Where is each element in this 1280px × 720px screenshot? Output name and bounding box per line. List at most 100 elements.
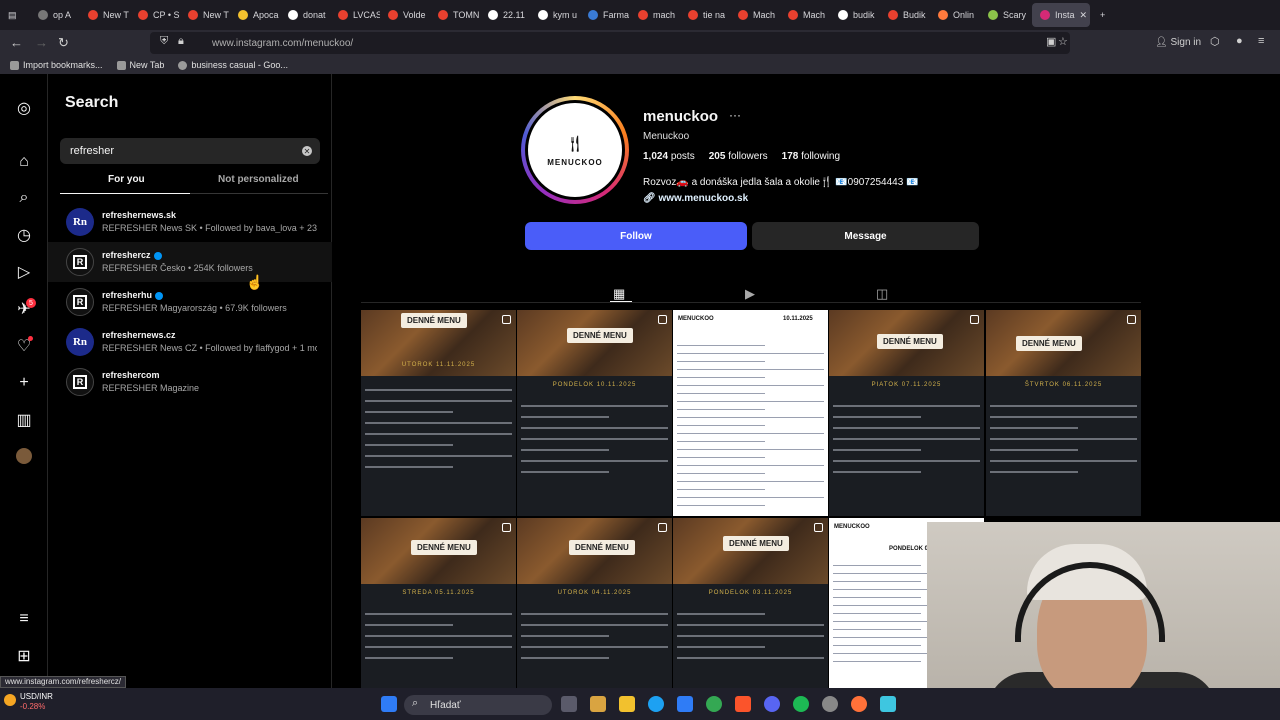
tab-list-button[interactable]: ▤ (0, 0, 30, 30)
chart-widget-icon[interactable] (4, 694, 16, 706)
avatar: R (66, 248, 94, 276)
more-menu-icon[interactable]: ≡ (14, 609, 34, 629)
browser-tab[interactable]: Apoca (230, 0, 280, 30)
spotify-icon[interactable] (793, 696, 809, 712)
store-icon[interactable] (677, 696, 693, 712)
following-stat[interactable]: 178 following (782, 151, 840, 162)
account-icon[interactable]: ● (1236, 35, 1243, 47)
task-view-icon[interactable] (561, 696, 577, 712)
forward-icon[interactable]: → (35, 35, 48, 50)
browser-tab[interactable]: Mach (730, 0, 780, 30)
browser-tab[interactable]: Budik (880, 0, 930, 30)
tab-not-personalized[interactable]: Not personalized (218, 174, 299, 185)
reader-view-icon[interactable]: ▣ (1046, 35, 1056, 48)
stock-ticker[interactable]: USD/INR -0.28% (20, 692, 53, 712)
post-tile[interactable]: DENNÉ MENU PIATOK 07.11.2025 (829, 310, 984, 516)
tagged-tab-icon[interactable]: ◫ (876, 286, 888, 302)
back-icon[interactable]: ← (10, 35, 23, 50)
browser-tab[interactable]: tie na (680, 0, 730, 30)
sign-in-button[interactable]: 👤︎ Sign in (1155, 37, 1201, 48)
carousel-icon (814, 523, 823, 532)
instagram-logo-icon[interactable]: ◎ (14, 98, 34, 118)
windows-start-icon[interactable] (381, 696, 397, 712)
bookmark-star-icon[interactable]: ☆ (1058, 35, 1068, 48)
also-from-meta-icon[interactable]: ⊞ (14, 646, 34, 666)
file-explorer-icon[interactable] (619, 696, 635, 712)
browser-tab[interactable]: 22.11 (480, 0, 530, 30)
post-tile[interactable]: DENNÉ MENU ŠTVRTOK 06.11.2025 (986, 310, 1141, 516)
bookmark-item[interactable]: Import bookmarks... (10, 60, 103, 70)
browser-tab[interactable]: Farma (580, 0, 630, 30)
browser-tab[interactable]: Volde (380, 0, 430, 30)
browser-tab[interactable]: New T (180, 0, 230, 30)
browser-tab-active[interactable]: Insta ✕ (1032, 3, 1090, 27)
firefox-icon[interactable] (851, 696, 867, 712)
browser-tab[interactable]: mach (630, 0, 680, 30)
result-subtitle: REFRESHER Magazine (102, 383, 200, 393)
message-button[interactable]: Message (752, 222, 979, 250)
browser-tab[interactable]: op A (30, 0, 80, 30)
post-tile[interactable]: DENNÉ MENU PONDELOK 03.11.2025 (673, 518, 828, 688)
browser-tab[interactable]: CP • S (130, 0, 180, 30)
new-tab-button[interactable]: + (1092, 0, 1116, 30)
dashboard-icon[interactable]: ▥ (14, 410, 34, 430)
post-menu-lines (677, 604, 824, 668)
browser-tab[interactable]: TOMN (430, 0, 480, 30)
search-result[interactable]: R refresherhu REFRESHER Magyarország • 6… (48, 282, 332, 322)
search-input[interactable]: refresher ✕ (60, 138, 320, 164)
edge-icon[interactable] (648, 696, 664, 712)
discord-icon[interactable] (764, 696, 780, 712)
clear-search-icon[interactable]: ✕ (302, 146, 312, 156)
lock-icon[interactable]: 🔒︎ (178, 35, 184, 48)
reels-icon[interactable]: ▷ (14, 262, 34, 282)
app-icon[interactable] (590, 696, 606, 712)
close-tab-icon[interactable]: ✕ (1080, 10, 1088, 21)
home-icon[interactable]: ⌂ (14, 152, 34, 172)
status-url: www.instagram.com/refreshercz/ (0, 676, 127, 688)
tab-for-you[interactable]: For you (108, 174, 145, 185)
brave-icon[interactable] (735, 696, 751, 712)
post-tile[interactable]: MENUCKOO 10.11.2025 (673, 310, 828, 516)
reload-icon[interactable]: ↻ (58, 35, 69, 51)
menu-icon[interactable]: ≡ (1258, 35, 1264, 47)
avatar: R (66, 368, 94, 396)
search-result[interactable]: Rn refreshernews.sk REFRESHER News SK • … (48, 202, 332, 242)
browser-tab[interactable]: budik (830, 0, 880, 30)
browser-tab[interactable]: Mach (780, 0, 830, 30)
search-result[interactable]: Rn refreshernews.cz REFRESHER News CZ • … (48, 322, 332, 362)
search-result[interactable]: R refreshercom REFRESHER Magazine (48, 362, 332, 402)
extensions-icon[interactable]: ⬡ (1210, 35, 1220, 48)
post-tile[interactable]: DENNÉ MENU UTOROK 11.11.2025 (361, 310, 516, 516)
profile-avatar[interactable] (16, 448, 32, 464)
browser-tab[interactable]: Scary (980, 0, 1030, 30)
profile-link[interactable]: 🔗︎ www.menuckoo.sk (643, 193, 748, 204)
browser-tab[interactable]: Onlin (930, 0, 980, 30)
explore-icon[interactable]: ◷ (14, 225, 34, 245)
chrome-icon[interactable] (706, 696, 722, 712)
steam-icon[interactable] (822, 696, 838, 712)
follow-button[interactable]: Follow (525, 222, 747, 250)
profile-picture[interactable]: 🍴︎ MENUCKOO (521, 96, 629, 204)
taskbar-search[interactable]: Hľadať (404, 695, 552, 715)
followers-stat[interactable]: 205 followers (709, 151, 768, 162)
reels-tab-icon[interactable]: ▶ (745, 286, 755, 302)
shield-icon[interactable]: ⛨ (160, 35, 168, 48)
search-result[interactable]: R refreshercz REFRESHER Česko • 254K fol… (48, 242, 332, 282)
create-icon[interactable]: + (14, 373, 34, 393)
posts-grid-tab-icon[interactable]: ▦ (613, 286, 625, 302)
post-tile[interactable]: DENNÉ MENU PONDELOK 10.11.2025 (517, 310, 672, 516)
url-bar[interactable]: www.instagram.com/menuckoo/ (150, 32, 1070, 54)
browser-tab[interactable]: LVCAS (330, 0, 380, 30)
result-name: refresherhu (102, 290, 164, 300)
tab-favicon-icon (988, 10, 998, 20)
browser-tab[interactable]: donat (280, 0, 330, 30)
bookmark-item[interactable]: business casual - Goo... (178, 60, 288, 70)
search-icon[interactable]: ⌕ (14, 188, 34, 208)
browser-tab[interactable]: kym u (530, 0, 580, 30)
bookmark-item[interactable]: New Tab (116, 60, 164, 70)
post-tile[interactable]: DENNÉ MENU UTOROK 04.11.2025 (517, 518, 672, 688)
browser-tab[interactable]: New T (80, 0, 130, 30)
post-tile[interactable]: DENNÉ MENU STREDA 05.11.2025 (361, 518, 516, 688)
more-options-icon[interactable]: ··· (729, 108, 741, 122)
notepad-icon[interactable] (880, 696, 896, 712)
